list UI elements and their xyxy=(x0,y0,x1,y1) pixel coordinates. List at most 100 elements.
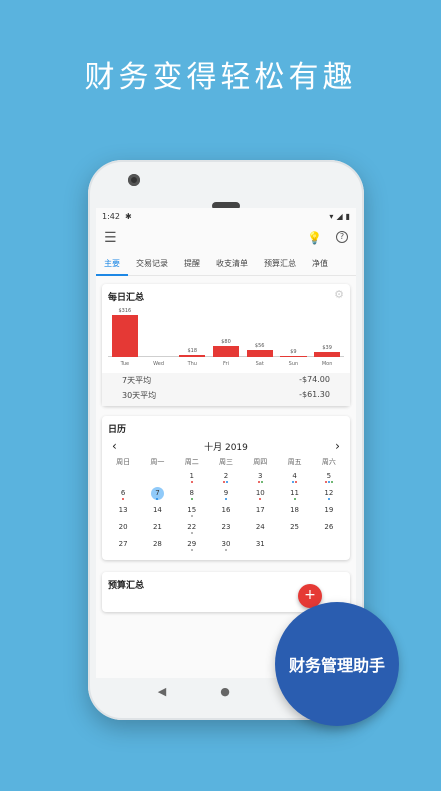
hamburger-menu-icon[interactable]: ☰ xyxy=(104,230,117,246)
calendar-day[interactable]: 20 xyxy=(106,522,140,535)
calendar-day[interactable]: 8 xyxy=(175,488,209,501)
calendar-day[interactable]: 24 xyxy=(243,522,277,535)
weekday-label: 周五 xyxy=(287,458,302,466)
calendar-card: 日历 ‹ 十月 2019 › 周日 周一 周二 周三 周四 周五 周六 1234567891… xyxy=(102,416,350,560)
calendar-empty-cell xyxy=(312,539,346,544)
calendar-day[interactable]: 12 xyxy=(312,488,346,501)
calendar-day[interactable]: 5 xyxy=(312,471,346,484)
calendar-day[interactable]: 18 xyxy=(277,505,311,518)
tab-main[interactable]: 主要 xyxy=(96,252,128,276)
weekday-label: 周三 xyxy=(218,458,233,466)
calendar-day[interactable]: 10 xyxy=(243,488,277,501)
calendar-day[interactable]: 17 xyxy=(243,505,277,518)
calendar-day[interactable]: 11 xyxy=(277,488,311,501)
tab-networth[interactable]: 净值 xyxy=(304,252,336,276)
transaction-dot-icon xyxy=(293,498,296,500)
calendar-day[interactable]: 16 xyxy=(209,505,243,518)
transaction-dot-icon xyxy=(190,481,193,483)
transaction-dot-icon xyxy=(327,498,330,500)
status-time: 1:42 xyxy=(102,211,120,221)
daily-summary-card: 每日汇总 ⚙ $316 Tue Wed $18 Thu $80 Fri $56 Sat $9 Sun… xyxy=(102,284,350,406)
next-month-icon[interactable]: › xyxy=(335,439,340,453)
tab-reminders[interactable]: 提醒 xyxy=(176,252,208,276)
calendar-day[interactable]: 6 xyxy=(106,488,140,501)
lightbulb-icon[interactable]: 💡 xyxy=(307,231,322,245)
calendar-day[interactable]: 26 xyxy=(312,522,346,535)
bar-value-label: $56 xyxy=(254,342,265,349)
calendar-day[interactable]: 27 xyxy=(106,539,140,552)
avg-30-row: 30天平均 -$61.30 xyxy=(102,388,350,406)
calendar-day[interactable]: 1 xyxy=(175,471,209,484)
prev-month-icon[interactable]: ‹ xyxy=(112,439,117,453)
x-tick-label: Mon xyxy=(321,361,333,367)
avg-7-label: 7天平均 xyxy=(122,376,152,385)
calendar-month: 十月 2019 xyxy=(204,442,248,453)
calendar-day[interactable]: 21 xyxy=(140,522,174,535)
weekday-label: 周二 xyxy=(184,458,199,466)
calendar-empty-cell xyxy=(140,471,174,476)
calendar-header: ‹ 十月 2019 › xyxy=(102,435,350,455)
calendar-day[interactable]: 19 xyxy=(312,505,346,518)
avg-30-value: -$61.30 xyxy=(299,390,330,399)
back-icon[interactable]: ◀ xyxy=(158,685,166,698)
transaction-dot-icon xyxy=(190,549,193,551)
transaction-dot-icon xyxy=(156,498,159,500)
bar-tue xyxy=(111,314,138,357)
transaction-dot-icon xyxy=(122,498,125,500)
x-tick-label: Sat xyxy=(255,361,264,367)
weekday-label: 周六 xyxy=(321,458,336,466)
transaction-dot-icon xyxy=(330,481,333,483)
transaction-dot-icon xyxy=(259,498,262,500)
calendar-day[interactable]: 9 xyxy=(209,488,243,501)
tab-income-expense[interactable]: 收支清单 xyxy=(208,252,256,276)
transaction-dot-icon xyxy=(223,481,226,483)
calendar-day[interactable]: 13 xyxy=(106,505,140,518)
home-icon[interactable]: ● xyxy=(220,685,230,698)
calendar-day[interactable]: 30 xyxy=(209,539,243,552)
calendar-day[interactable]: 14 xyxy=(140,505,174,518)
transaction-dot-icon xyxy=(257,481,260,483)
bar-value-label: $316 xyxy=(118,307,132,314)
calendar-day[interactable]: 31 xyxy=(243,539,277,552)
calendar-day[interactable]: 28 xyxy=(140,539,174,552)
transaction-dot-icon xyxy=(327,481,330,483)
calendar-day[interactable]: 4 xyxy=(277,471,311,484)
gear-icon[interactable]: ⚙ xyxy=(334,288,344,301)
bar-value-label: $9 xyxy=(290,348,297,355)
transaction-dot-icon xyxy=(260,481,263,483)
help-icon[interactable]: ? xyxy=(336,231,348,243)
tab-transactions[interactable]: 交易记录 xyxy=(128,252,176,276)
calendar-day[interactable]: 29 xyxy=(175,539,209,552)
bar-value-label: $80 xyxy=(221,339,231,346)
x-tick-label: Fri xyxy=(223,361,229,367)
daily-summary-title: 每日汇总 xyxy=(108,293,145,303)
calendar-day[interactable]: 15 xyxy=(175,505,209,518)
calendar-day[interactable]: 3 xyxy=(243,471,277,484)
transaction-dot-icon xyxy=(224,498,227,500)
bar-value-label: $39 xyxy=(322,344,332,351)
bar-mon xyxy=(313,351,341,357)
avg-7-row: 7天平均 -$74.00 xyxy=(102,373,350,388)
calendar-week-row: 6 7 8 9 10 11 12 xyxy=(102,487,350,505)
calendar-day[interactable]: 25 xyxy=(277,522,311,535)
transaction-dot-icon xyxy=(224,549,227,551)
transaction-dot-icon xyxy=(190,515,193,517)
bar-thu xyxy=(179,354,206,357)
calendar-grid: 1 2 3 4 5 6 7 8 9 10 11 12 13 14 15 16 17 18 19 20 21 22 23 24 2… xyxy=(102,471,350,556)
calendar-week-row: 12345 xyxy=(102,471,350,488)
calendar-empty-cell xyxy=(277,539,311,544)
wifi-icon: ▾ xyxy=(329,211,334,221)
app-bar: ☰ 💡 ? xyxy=(96,224,356,252)
front-camera xyxy=(128,174,140,186)
bar-sat xyxy=(246,349,273,357)
transaction-dot-icon xyxy=(324,481,327,483)
tab-bar: 主要 交易记录 提醒 收支清单 预算汇总 净值 xyxy=(96,252,356,276)
calendar-title: 日历 xyxy=(108,425,127,435)
calendar-week-row: 13 14 15 16 17 18 19 xyxy=(102,505,350,522)
x-tick-label: Sun xyxy=(288,361,299,367)
tab-budget[interactable]: 预算汇总 xyxy=(256,252,304,276)
calendar-day[interactable]: 22 xyxy=(175,522,209,535)
calendar-day[interactable]: 23 xyxy=(209,522,243,535)
calendar-day[interactable]: 7 xyxy=(140,487,174,501)
calendar-day[interactable]: 2 xyxy=(209,471,243,484)
